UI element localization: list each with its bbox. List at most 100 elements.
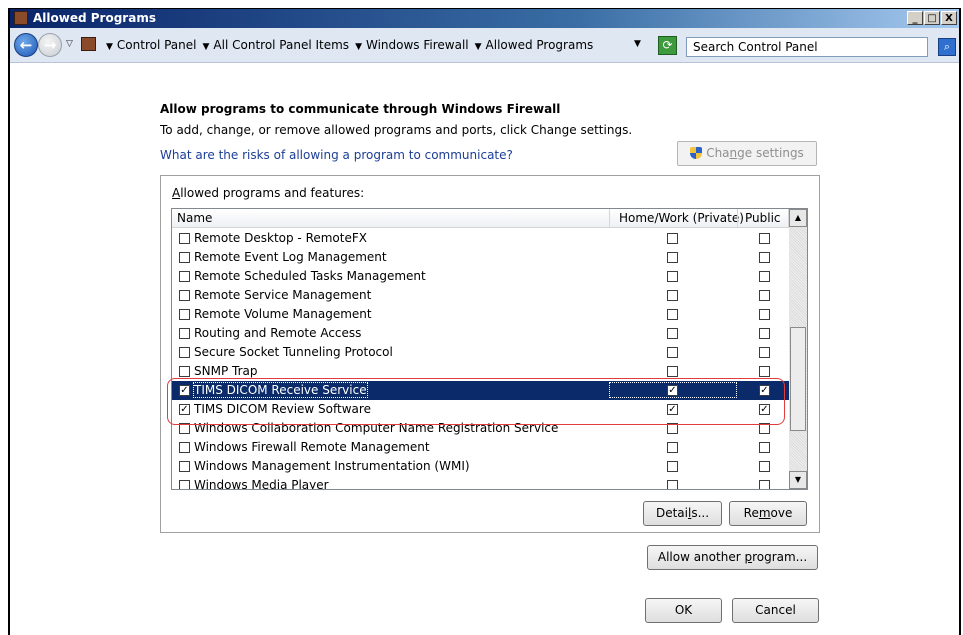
program-enabled-checkbox[interactable] [179, 480, 190, 489]
public-checkbox[interactable] [759, 309, 770, 320]
home-work-checkbox[interactable] [667, 442, 678, 453]
program-name: Windows Collaboration Computer Name Regi… [194, 421, 559, 435]
program-enabled-checkbox[interactable] [179, 347, 190, 358]
chevron-down-icon[interactable]: ▼ [203, 42, 210, 52]
public-checkbox[interactable] [759, 347, 770, 358]
ok-button[interactable]: OK [645, 598, 722, 623]
breadcrumb-all-items[interactable]: All Control Panel Items [213, 38, 349, 52]
firewall-icon [14, 11, 28, 25]
home-work-checkbox[interactable] [667, 480, 678, 489]
program-name: Windows Management Instrumentation (WMI) [194, 459, 470, 473]
program-enabled-checkbox[interactable] [179, 423, 190, 434]
scroll-up-icon[interactable]: ▲ [789, 209, 807, 227]
home-work-checkbox[interactable]: ✓ [667, 404, 678, 415]
scroll-down-icon[interactable]: ▼ [789, 471, 807, 489]
public-checkbox[interactable] [759, 271, 770, 282]
home-work-checkbox[interactable] [667, 271, 678, 282]
risks-help-link[interactable]: What are the risks of allowing a program… [160, 148, 513, 162]
list-item[interactable]: ✓ TIMS DICOM Review Software ✓ ✓ [172, 400, 789, 419]
public-checkbox[interactable] [759, 461, 770, 472]
program-enabled-checkbox[interactable] [179, 233, 190, 244]
column-header-home[interactable]: Home/Work (Private) [619, 211, 744, 225]
list-item[interactable]: Secure Socket Tunneling Protocol [172, 343, 789, 362]
public-checkbox[interactable] [759, 442, 770, 453]
list-item[interactable]: Windows Collaboration Computer Name Regi… [172, 419, 789, 438]
home-work-checkbox[interactable] [667, 233, 678, 244]
remove-button[interactable]: Remove [729, 501, 807, 526]
minimize-button[interactable]: _ [907, 11, 923, 25]
home-work-checkbox[interactable] [667, 328, 678, 339]
public-checkbox[interactable] [759, 290, 770, 301]
scrollbar-thumb[interactable] [790, 327, 806, 431]
program-enabled-checkbox[interactable] [179, 309, 190, 320]
list-item[interactable]: SNMP Trap [172, 362, 789, 381]
address-bar: ← → ▽ ▼ Control Panel ▼ All Control Panel I… [10, 28, 959, 63]
list-item[interactable]: ✓ TIMS DICOM Receive Service ✓ ✓ [172, 381, 789, 400]
list-item[interactable]: Windows Media Player [172, 476, 789, 490]
program-enabled-checkbox[interactable] [179, 290, 190, 301]
cancel-button[interactable]: Cancel [732, 598, 819, 623]
allowed-programs-list[interactable]: Name Home/Work (Private) Public Remote D… [171, 208, 808, 490]
public-checkbox[interactable] [759, 233, 770, 244]
list-scrollbar[interactable]: ▲ ▼ [789, 209, 807, 489]
program-enabled-checkbox[interactable]: ✓ [179, 385, 190, 396]
program-name: Routing and Remote Access [194, 326, 362, 340]
refresh-icon[interactable]: ⟳ [658, 36, 677, 55]
program-enabled-checkbox[interactable] [179, 442, 190, 453]
program-enabled-checkbox[interactable] [179, 328, 190, 339]
home-work-checkbox[interactable] [667, 347, 678, 358]
breadcrumb-windows-firewall[interactable]: Windows Firewall [366, 38, 469, 52]
recent-pages-dropdown-icon[interactable]: ▽ [66, 39, 73, 49]
program-enabled-checkbox[interactable] [179, 252, 190, 263]
breadcrumb-allowed-programs[interactable]: Allowed Programs [486, 38, 594, 52]
list-item[interactable]: Remote Scheduled Tasks Management [172, 267, 789, 286]
title-bar[interactable]: Allowed Programs _ □ X [10, 9, 959, 28]
forward-button[interactable]: → [38, 33, 62, 57]
list-item[interactable]: Remote Desktop - RemoteFX [172, 229, 789, 248]
search-input[interactable]: Search Control Panel [686, 37, 928, 57]
program-enabled-checkbox[interactable] [179, 271, 190, 282]
list-item[interactable]: Windows Management Instrumentation (WMI) [172, 457, 789, 476]
list-item[interactable]: Routing and Remote Access [172, 324, 789, 343]
column-header-name[interactable]: Name [177, 211, 212, 225]
home-work-checkbox[interactable]: ✓ [667, 385, 678, 396]
public-checkbox[interactable] [759, 328, 770, 339]
chevron-down-icon[interactable]: ▼ [355, 42, 362, 52]
maximize-button[interactable]: □ [924, 11, 940, 25]
public-checkbox[interactable]: ✓ [759, 385, 770, 396]
public-checkbox[interactable] [759, 423, 770, 434]
column-header-public[interactable]: Public [745, 211, 781, 225]
home-work-checkbox[interactable] [667, 423, 678, 434]
change-settings-button[interactable]: Change settings [677, 141, 817, 166]
home-work-checkbox[interactable] [667, 461, 678, 472]
home-work-checkbox[interactable] [667, 309, 678, 320]
list-item[interactable]: Windows Firewall Remote Management [172, 438, 789, 457]
list-item[interactable]: Remote Service Management [172, 286, 789, 305]
program-name: Remote Event Log Management [194, 250, 387, 264]
chevron-down-icon[interactable]: ▼ [475, 42, 482, 52]
chevron-down-icon[interactable]: ▼ [106, 42, 113, 52]
program-name: Windows Media Player [194, 478, 329, 490]
public-checkbox[interactable]: ✓ [759, 404, 770, 415]
search-icon[interactable]: ⌕ [938, 38, 956, 56]
program-name: Secure Socket Tunneling Protocol [194, 345, 393, 359]
public-checkbox[interactable] [759, 366, 770, 377]
program-enabled-checkbox[interactable]: ✓ [179, 404, 190, 415]
allow-another-program-button[interactable]: Allow another program... [647, 545, 818, 570]
close-button[interactable]: X [941, 11, 957, 25]
list-item[interactable]: Remote Volume Management [172, 305, 789, 324]
details-button[interactable]: Details... [643, 501, 722, 526]
program-name: Remote Scheduled Tasks Management [194, 269, 426, 283]
public-checkbox[interactable] [759, 480, 770, 489]
back-button[interactable]: ← [14, 33, 38, 57]
address-dropdown-icon[interactable]: ▼ [634, 39, 641, 49]
program-enabled-checkbox[interactable] [179, 461, 190, 472]
home-work-checkbox[interactable] [667, 252, 678, 263]
program-enabled-checkbox[interactable] [179, 366, 190, 377]
program-name: Remote Volume Management [194, 307, 372, 321]
home-work-checkbox[interactable] [667, 290, 678, 301]
home-work-checkbox[interactable] [667, 366, 678, 377]
list-item[interactable]: Remote Event Log Management [172, 248, 789, 267]
breadcrumb-control-panel[interactable]: Control Panel [117, 38, 197, 52]
public-checkbox[interactable] [759, 252, 770, 263]
